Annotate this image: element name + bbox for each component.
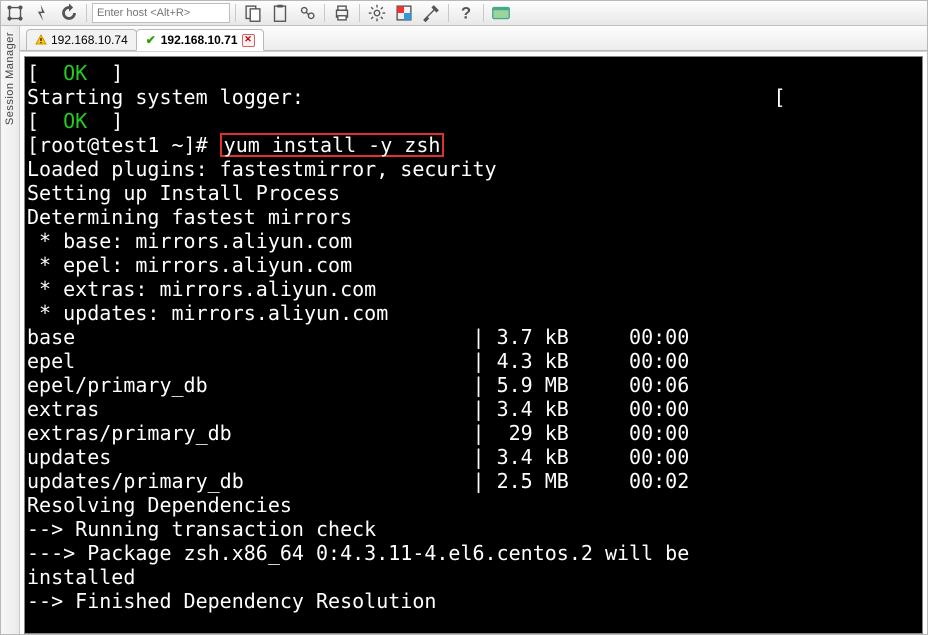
print-icon[interactable] (330, 2, 354, 24)
app-icon[interactable] (489, 2, 513, 24)
app-window: ? Session Manager 192.168.10.74 ✔ (0, 0, 928, 635)
quick-connect-icon[interactable] (30, 2, 54, 24)
session-tabs: 192.168.10.74 ✔ 192.168.10.71 ✕ (20, 26, 927, 51)
toolbar-separator (448, 4, 449, 22)
reconnect-icon[interactable] (57, 2, 81, 24)
close-icon[interactable]: ✕ (242, 34, 255, 47)
tab-label: 192.168.10.71 (161, 33, 238, 47)
help-icon[interactable]: ? (454, 2, 478, 24)
settings-icon[interactable] (365, 2, 389, 24)
main-column: 192.168.10.74 ✔ 192.168.10.71 ✕ [ OK ]St… (20, 26, 927, 634)
toolbar-separator (483, 4, 484, 22)
session-manager-label: Session Manager (4, 32, 16, 125)
terminal[interactable]: [ OK ]Starting system logger: [[ OK ][ro… (24, 56, 923, 634)
tools-icon[interactable] (419, 2, 443, 24)
toolbar-separator (324, 4, 325, 22)
sessions-icon[interactable] (3, 2, 27, 24)
warning-icon (35, 34, 47, 46)
toolbar-separator (235, 4, 236, 22)
highlighted-command: yum install -y zsh (220, 133, 445, 157)
body-row: Session Manager 192.168.10.74 ✔ 192.168.… (1, 26, 927, 634)
toolbar-separator (359, 4, 360, 22)
session-tab-0[interactable]: 192.168.10.74 (26, 29, 137, 51)
svg-text:?: ? (461, 5, 471, 23)
terminal-container: [ OK ]Starting system logger: [[ OK ][ro… (20, 51, 927, 634)
copy-icon[interactable] (241, 2, 265, 24)
host-input[interactable] (92, 3, 230, 23)
color-scheme-icon[interactable] (392, 2, 416, 24)
find-icon[interactable] (295, 2, 319, 24)
session-manager-rail[interactable]: Session Manager (1, 26, 20, 634)
session-tab-1[interactable]: ✔ 192.168.10.71 ✕ (136, 29, 264, 51)
paste-icon[interactable] (268, 2, 292, 24)
check-icon: ✔ (145, 34, 157, 46)
tab-label: 192.168.10.74 (51, 33, 128, 47)
main-toolbar: ? (1, 1, 927, 26)
toolbar-separator (86, 4, 87, 22)
